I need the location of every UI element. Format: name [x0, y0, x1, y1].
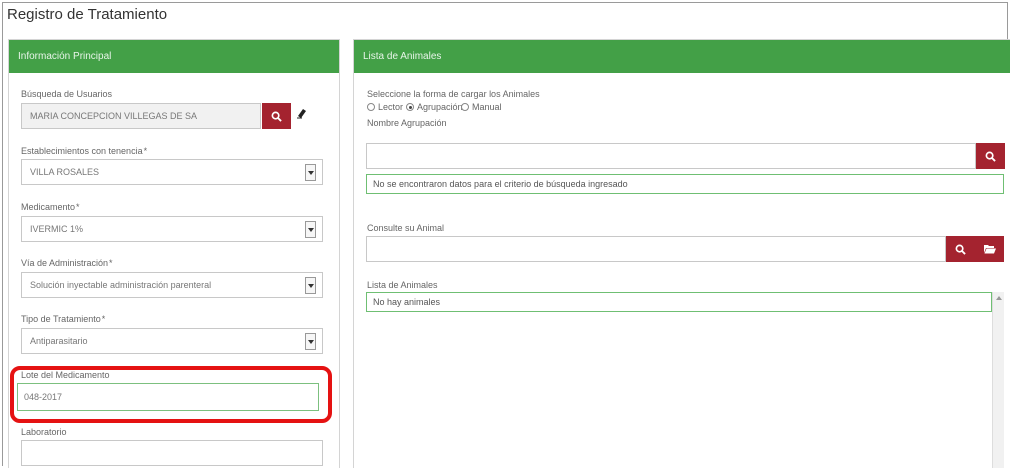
route-select[interactable]: Solución inyectable administración paren…: [21, 272, 323, 298]
group-name-input[interactable]: [366, 143, 976, 169]
search-icon: [271, 111, 282, 122]
treatment-type-label: Tipo de Tratamiento*: [21, 314, 106, 324]
animal-list-scrollbar[interactable]: [992, 292, 1004, 468]
animal-list-empty-message: No hay animales: [366, 292, 992, 312]
search-icon: [985, 151, 996, 162]
establishments-label: Establecimientos con tenencia*: [21, 146, 148, 156]
laboratory-label: Laboratorio: [21, 427, 67, 437]
user-search-button[interactable]: [262, 103, 291, 129]
laboratory-input[interactable]: [21, 440, 323, 466]
group-name-label: Nombre Agrupación: [367, 118, 447, 128]
chevron-down-icon[interactable]: [305, 277, 316, 294]
scroll-up-icon[interactable]: [996, 296, 1002, 300]
animal-folder-button[interactable]: [975, 236, 1004, 262]
radio-lector-dot[interactable]: [367, 103, 375, 111]
chevron-down-icon[interactable]: [305, 333, 316, 350]
batch-label: Lote del Medicamento: [21, 370, 110, 380]
radio-manual-dot[interactable]: [461, 103, 469, 111]
medication-label: Medicamento*: [21, 202, 80, 212]
chevron-down-icon[interactable]: [305, 221, 316, 238]
animal-search-label: Consulte su Animal: [367, 223, 445, 233]
user-search-input[interactable]: MARIA CONCEPCION VILLEGAS DE SA: [21, 103, 261, 129]
batch-input[interactable]: 048-2017: [17, 383, 319, 411]
search-icon: [955, 244, 966, 255]
animal-list-panel-header: Lista de Animales: [354, 40, 1010, 73]
radio-lector[interactable]: Lector: [367, 102, 403, 112]
main-info-panel-header: Información Principal: [9, 40, 339, 73]
animal-search-button[interactable]: [946, 236, 975, 262]
load-method-label: Seleccione la forma de cargar los Animal…: [367, 89, 540, 99]
route-label: Vía de Administración*: [21, 258, 113, 268]
group-search-button[interactable]: [976, 143, 1005, 169]
animal-search-input[interactable]: [366, 236, 946, 262]
medication-select[interactable]: IVERMIC 1%: [21, 216, 323, 242]
establishments-select[interactable]: VILLA ROSALES: [21, 159, 323, 185]
page-title: Registro de Tratamiento: [7, 6, 168, 23]
radio-agrupacion[interactable]: Agrupación: [406, 102, 463, 112]
user-search-label: Búsqueda de Usuarios: [21, 89, 113, 99]
folder-open-icon: [983, 245, 996, 254]
animal-list-label: Lista de Animales: [367, 280, 438, 290]
radio-agrupacion-dot[interactable]: [406, 103, 414, 111]
radio-manual[interactable]: Manual: [461, 102, 502, 112]
group-no-results-message: No se encontraron datos para el criterio…: [366, 174, 1004, 194]
treatment-type-select[interactable]: Antiparasitario: [21, 328, 323, 354]
eraser-icon[interactable]: [296, 107, 308, 122]
chevron-down-icon[interactable]: [305, 164, 316, 181]
